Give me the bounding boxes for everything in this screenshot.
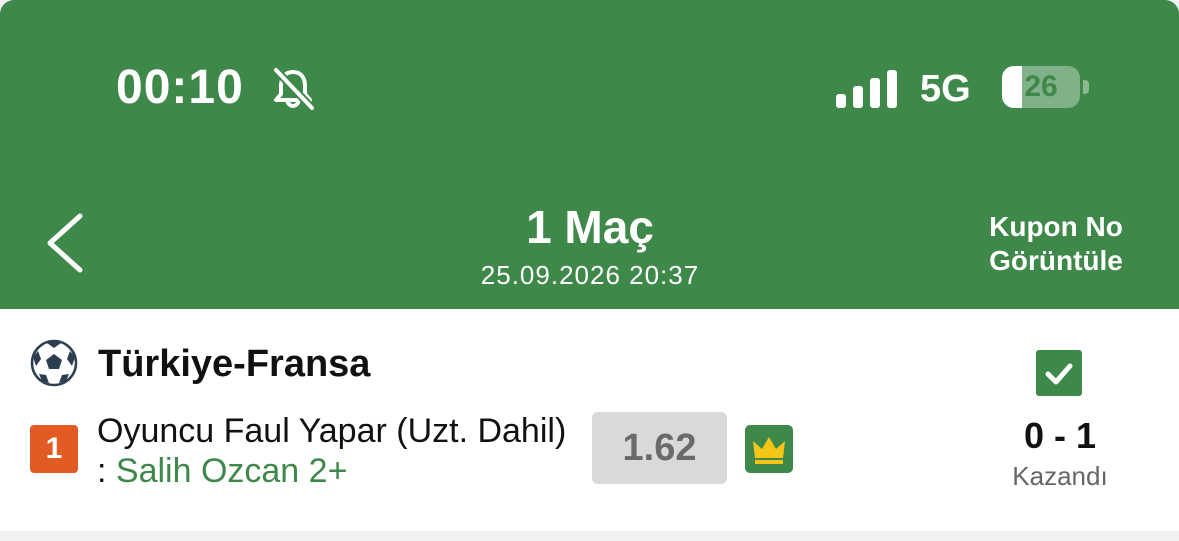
odds-box[interactable]: 1.62 (592, 412, 727, 484)
battery-percent: 26 (1024, 70, 1058, 103)
battery-icon: 26 (1002, 66, 1080, 108)
kupon-label-line2: Görüntüle (989, 245, 1123, 276)
view-coupon-number-button[interactable]: Kupon No Görüntüle (968, 210, 1144, 278)
bet-status: Kazandı (1012, 461, 1108, 491)
soccer-ball-icon (30, 339, 78, 387)
bell-slash-icon (273, 67, 315, 110)
match-score: 0 - 1 (1023, 415, 1097, 456)
signal-icon (836, 70, 897, 108)
selection-label: Salih Ozcan 2+ (115, 452, 348, 490)
bet-card: Türkiye-Fransa 1 Oyuncu Faul Yapar (Uzt.… (0, 309, 1179, 531)
top-bar: 00:10 5G 26 1 Maç 25.09.2026 20:37 Kupon… (0, 0, 1179, 309)
crown-icon (745, 425, 793, 473)
kupon-label-line1: Kupon No (989, 211, 1123, 242)
match-name: Türkiye-Fransa (98, 343, 371, 385)
checkbox-checked-icon[interactable] (1036, 350, 1082, 396)
selection-number-badge: 1 (30, 425, 78, 473)
back-chevron-icon[interactable] (40, 210, 90, 276)
market-text: Oyuncu Faul Yapar (Uzt. Dahil) : Salih O… (97, 411, 567, 491)
battery-tip (1083, 80, 1089, 94)
network-type: 5G (920, 68, 971, 110)
page-title: 1 Maç (526, 201, 654, 253)
coupon-date: 25.09.2026 20:37 (480, 260, 700, 290)
status-time: 00:10 (116, 61, 244, 114)
